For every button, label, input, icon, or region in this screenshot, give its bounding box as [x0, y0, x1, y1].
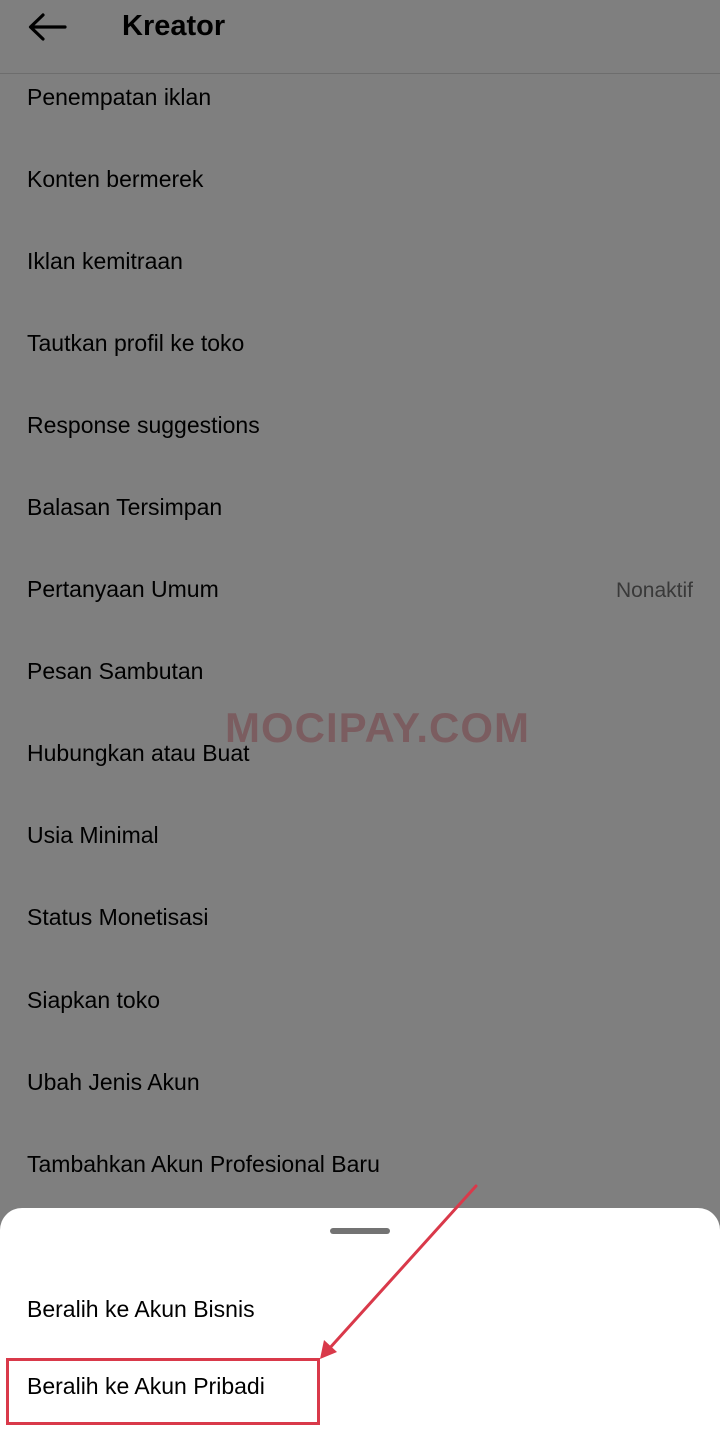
option-label: Beralih ke Akun Pribadi	[27, 1373, 265, 1399]
bottom-sheet: Beralih ke Akun Bisnis Beralih ke Akun P…	[0, 1208, 720, 1455]
switch-to-personal-option[interactable]: Beralih ke Akun Pribadi	[0, 1351, 720, 1421]
settings-screen: Kreator Penempatan iklan Konten bermerek…	[0, 0, 720, 1455]
drag-handle[interactable]	[330, 1228, 390, 1234]
option-label: Beralih ke Akun Bisnis	[27, 1296, 255, 1322]
switch-to-business-option[interactable]: Beralih ke Akun Bisnis	[0, 1274, 720, 1344]
